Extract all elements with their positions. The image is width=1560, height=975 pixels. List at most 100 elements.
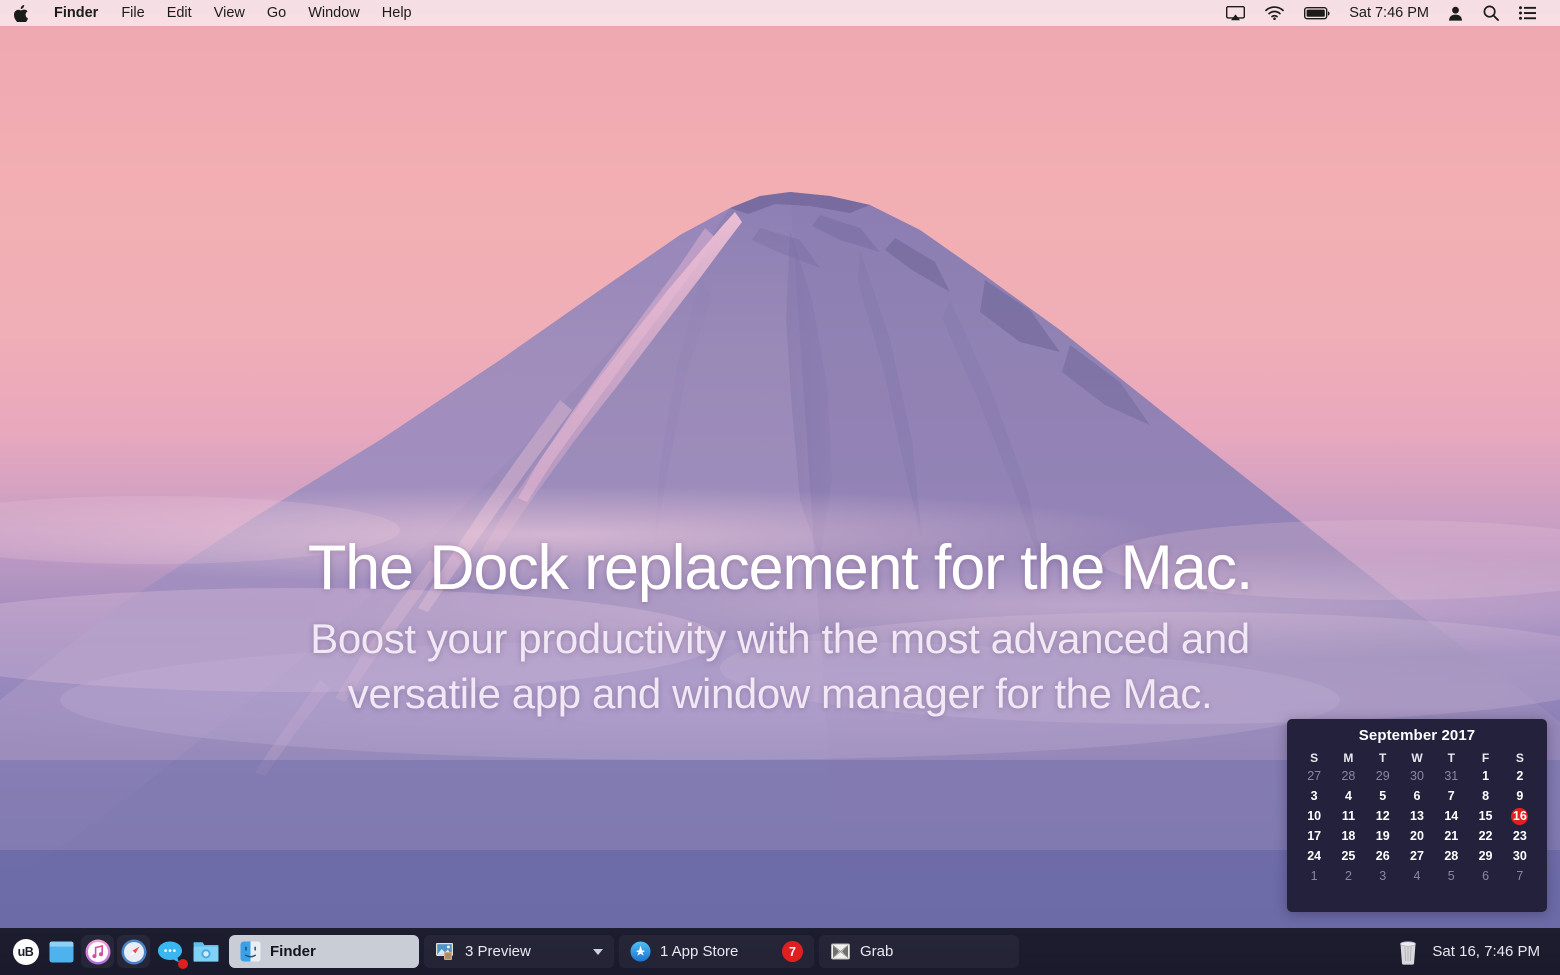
calendar-day[interactable]: 23 [1503,828,1537,845]
calendar-day[interactable]: 1 [1468,768,1502,785]
calendar-day[interactable]: 8 [1468,788,1502,805]
calendar-day-number: 27 [1410,849,1424,863]
calendar-day-number: 3 [1311,789,1318,803]
calendar-day-number: 4 [1414,869,1421,883]
calendar-day[interactable]: 29 [1366,768,1400,785]
calendar-day[interactable]: 18 [1331,828,1365,845]
menu-item-go[interactable]: Go [256,0,297,26]
promo-headline: The Dock replacement for the Mac. [0,534,1560,602]
calendar-day-number: 29 [1479,849,1493,863]
dock-task-grab[interactable]: Grab [819,935,1019,968]
dock-clock[interactable]: Sat 16, 7:46 PM [1432,943,1540,960]
chevron-down-icon[interactable] [593,949,603,955]
dock-task-app-store[interactable]: 1 App Store 7 [619,935,814,968]
promo-subheadline-line-1: Boost your productivity with the most ad… [0,612,1560,667]
ubar-dock: uB [0,928,1560,975]
calendar-month-title: September 2017 [1297,727,1537,744]
menu-item-file[interactable]: File [110,0,155,26]
calendar-day[interactable]: 15 [1468,808,1502,825]
itunes-launcher[interactable] [81,935,114,968]
calendar-day[interactable]: 5 [1434,868,1468,885]
calendar-day[interactable]: 6 [1468,868,1502,885]
dock-task-finder[interactable]: Finder [229,935,419,968]
spotlight-search-icon[interactable] [1473,0,1509,26]
calendar-day[interactable]: 27 [1400,848,1434,865]
menu-item-view[interactable]: View [203,0,256,26]
calendar-day[interactable]: 13 [1400,808,1434,825]
calendar-day[interactable]: 4 [1331,788,1365,805]
photobooth-launcher[interactable] [189,935,222,968]
calendar-day[interactable]: 11 [1331,808,1365,825]
menu-bar-clock[interactable]: Sat 7:46 PM [1340,0,1438,26]
calendar-day-number: 15 [1479,809,1493,823]
calendar-day[interactable]: 21 [1434,828,1468,845]
calendar-day[interactable]: 31 [1434,768,1468,785]
calendar-weekday-header: T [1434,751,1468,768]
calendar-day[interactable]: 29 [1468,848,1502,865]
calendar-day[interactable]: 22 [1468,828,1502,845]
user-account-icon[interactable] [1438,0,1473,26]
calendar-day[interactable]: 7 [1503,868,1537,885]
desktop-screen: The Dock replacement for the Mac. Boost … [0,0,1560,975]
calendar-day[interactable]: 7 [1434,788,1468,805]
calendar-day-number: 28 [1341,769,1355,783]
battery-icon[interactable] [1294,0,1340,26]
calendar-day[interactable]: 28 [1331,768,1365,785]
calendar-day[interactable]: 2 [1503,768,1537,785]
menu-bar-left: Finder File Edit View Go Window Help [0,0,423,26]
safari-launcher[interactable] [117,935,150,968]
calendar-day-number: 24 [1307,849,1321,863]
apple-logo-glyph [14,5,29,22]
search-glyph [1483,5,1499,21]
ubar-logo[interactable]: uB [9,935,42,968]
calendar-day[interactable]: 4 [1400,868,1434,885]
trash-icon[interactable] [1396,939,1420,965]
calendar-day[interactable]: 6 [1400,788,1434,805]
calendar-day-number: 23 [1513,829,1527,843]
apple-logo-icon[interactable] [0,0,42,26]
dock-task-preview[interactable]: 3 Preview [424,935,614,968]
airplay-icon[interactable] [1216,0,1255,26]
itunes-icon [85,939,111,965]
calendar-day[interactable]: 10 [1297,808,1331,825]
calendar-day[interactable]: 19 [1366,828,1400,845]
calendar-day[interactable]: 3 [1366,868,1400,885]
calendar-day[interactable]: 26 [1366,848,1400,865]
app-store-icon [630,941,651,962]
calendar-day[interactable]: 30 [1503,848,1537,865]
notification-center-icon[interactable] [1509,0,1546,26]
wifi-glyph [1265,6,1284,20]
dock-task-group: Finder 3 Preview [229,935,1019,968]
calendar-day[interactable]: 14 [1434,808,1468,825]
finder-launcher[interactable] [45,935,78,968]
calendar-day-number: 6 [1482,869,1489,883]
promo-text-block: The Dock replacement for the Mac. Boost … [0,534,1560,721]
menu-item-finder[interactable]: Finder [42,0,110,26]
menu-item-help[interactable]: Help [371,0,423,26]
calendar-day[interactable]: 30 [1400,768,1434,785]
calendar-day-number: 27 [1307,769,1321,783]
calendar-day-number: 3 [1379,869,1386,883]
calendar-day[interactable]: 20 [1400,828,1434,845]
calendar-day[interactable]: 1 [1297,868,1331,885]
messages-launcher[interactable] [153,935,186,968]
wifi-icon[interactable] [1255,0,1294,26]
menu-item-window[interactable]: Window [297,0,371,26]
calendar-day[interactable]: 3 [1297,788,1331,805]
calendar-widget[interactable]: September 2017 S M T W T F S 27282930311… [1287,719,1547,912]
calendar-day-today[interactable]: 16 [1503,808,1537,825]
calendar-day[interactable]: 9 [1503,788,1537,805]
trash-glyph [1396,939,1420,965]
calendar-day[interactable]: 12 [1366,808,1400,825]
dock-task-label: Finder [270,943,316,960]
calendar-day[interactable]: 25 [1331,848,1365,865]
calendar-day[interactable]: 27 [1297,768,1331,785]
calendar-day-number: 18 [1341,829,1355,843]
calendar-day[interactable]: 17 [1297,828,1331,845]
calendar-day[interactable]: 2 [1331,868,1365,885]
calendar-day[interactable]: 28 [1434,848,1468,865]
calendar-day[interactable]: 5 [1366,788,1400,805]
finder-face-glyph [240,941,261,962]
calendar-day[interactable]: 24 [1297,848,1331,865]
menu-item-edit[interactable]: Edit [156,0,203,26]
